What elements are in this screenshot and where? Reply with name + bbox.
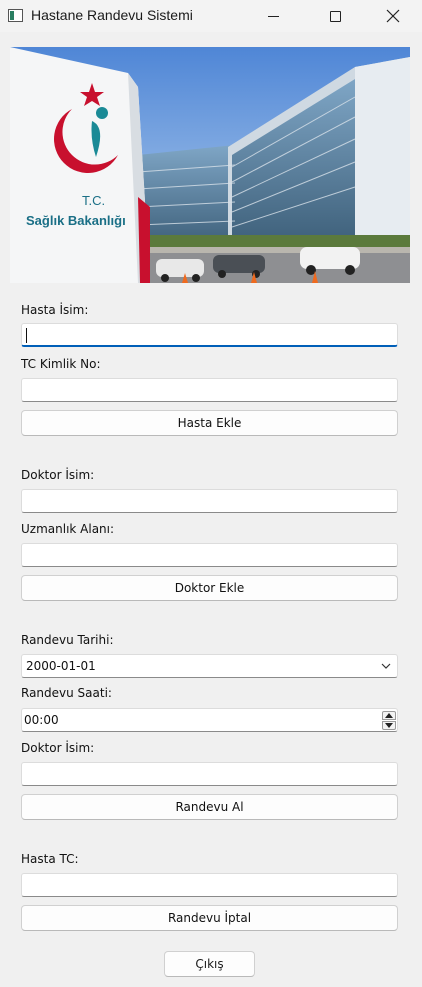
maximize-button[interactable] — [312, 0, 358, 32]
time-spin-buttons — [382, 711, 396, 730]
take-appointment-button[interactable]: Randevu Al — [21, 794, 398, 820]
add-doctor-button[interactable]: Doktor Ekle — [21, 575, 398, 601]
appointment-time-spinbox[interactable]: 00:00 — [21, 708, 398, 732]
minimize-button[interactable] — [250, 0, 296, 32]
specialty-label: Uzmanlık Alanı: — [21, 522, 115, 536]
appointment-date-value: 2000-01-01 — [26, 659, 96, 673]
cancel-appointment-button[interactable]: Randevu İptal — [21, 905, 398, 931]
appointment-date-label: Randevu Tarihi: — [21, 633, 114, 647]
doctor-name-input[interactable] — [21, 489, 398, 513]
patient-tc-input[interactable] — [21, 378, 398, 402]
appointment-time-label: Randevu Saati: — [21, 686, 112, 700]
title-bar: Hastane Randevu Sistemi — [0, 0, 422, 32]
cancel-tc-label: Hasta TC: — [21, 852, 79, 866]
text-caret — [26, 328, 27, 343]
patient-name-input[interactable] — [21, 323, 398, 347]
patient-tc-label: TC Kimlik No: — [21, 357, 101, 371]
sign-text-tc: T.C. — [82, 193, 105, 208]
arrow-up-icon — [385, 713, 393, 718]
doctor-name-label: Doktor İsim: — [21, 468, 95, 482]
exit-button[interactable]: Çıkış — [164, 951, 255, 977]
hospital-photo: T.C. Sağlık Bakanlığı — [10, 47, 410, 283]
appointment-time-value: 00:00 — [24, 713, 59, 727]
arrow-down-icon — [385, 723, 393, 728]
patient-name-label: Hasta İsim: — [21, 303, 89, 317]
appointment-doctor-input[interactable] — [21, 762, 398, 786]
spin-down-button[interactable] — [382, 721, 396, 730]
spin-up-button[interactable] — [382, 711, 396, 720]
sign-text-ministry: Sağlık Bakanlığı — [26, 213, 126, 228]
maximize-icon — [329, 10, 341, 22]
add-patient-button[interactable]: Hasta Ekle — [21, 410, 398, 436]
close-button[interactable] — [370, 0, 416, 32]
hospital-banner-image: T.C. Sağlık Bakanlığı — [10, 47, 410, 283]
cancel-tc-input[interactable] — [21, 873, 398, 897]
appointment-date-combo[interactable]: 2000-01-01 — [21, 654, 398, 678]
appointment-doctor-label: Doktor İsim: — [21, 741, 95, 755]
close-icon — [386, 9, 400, 23]
chevron-down-icon[interactable] — [381, 661, 391, 671]
window-title: Hastane Randevu Sistemi — [31, 7, 193, 23]
minimize-icon — [267, 15, 279, 17]
app-window-icon — [8, 9, 23, 22]
specialty-input[interactable] — [21, 543, 398, 567]
